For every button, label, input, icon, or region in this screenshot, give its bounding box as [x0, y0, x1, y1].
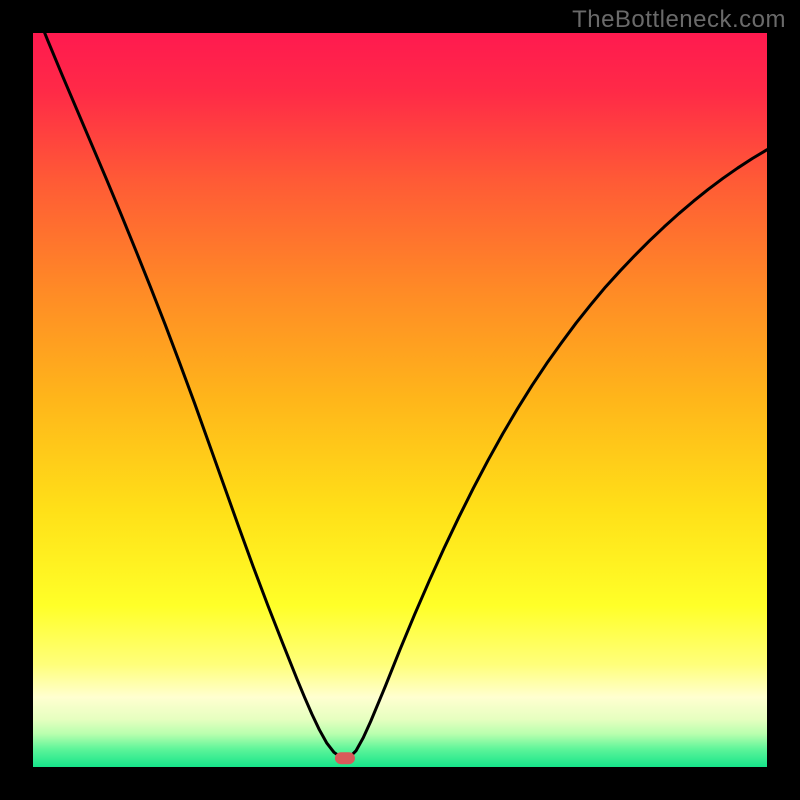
- plot-svg: [33, 33, 767, 767]
- gradient-background: [33, 33, 767, 767]
- chart-frame: TheBottleneck.com: [0, 0, 800, 800]
- watermark-label: TheBottleneck.com: [572, 6, 786, 34]
- plot-area: [33, 33, 767, 767]
- current-point-marker: [335, 752, 355, 764]
